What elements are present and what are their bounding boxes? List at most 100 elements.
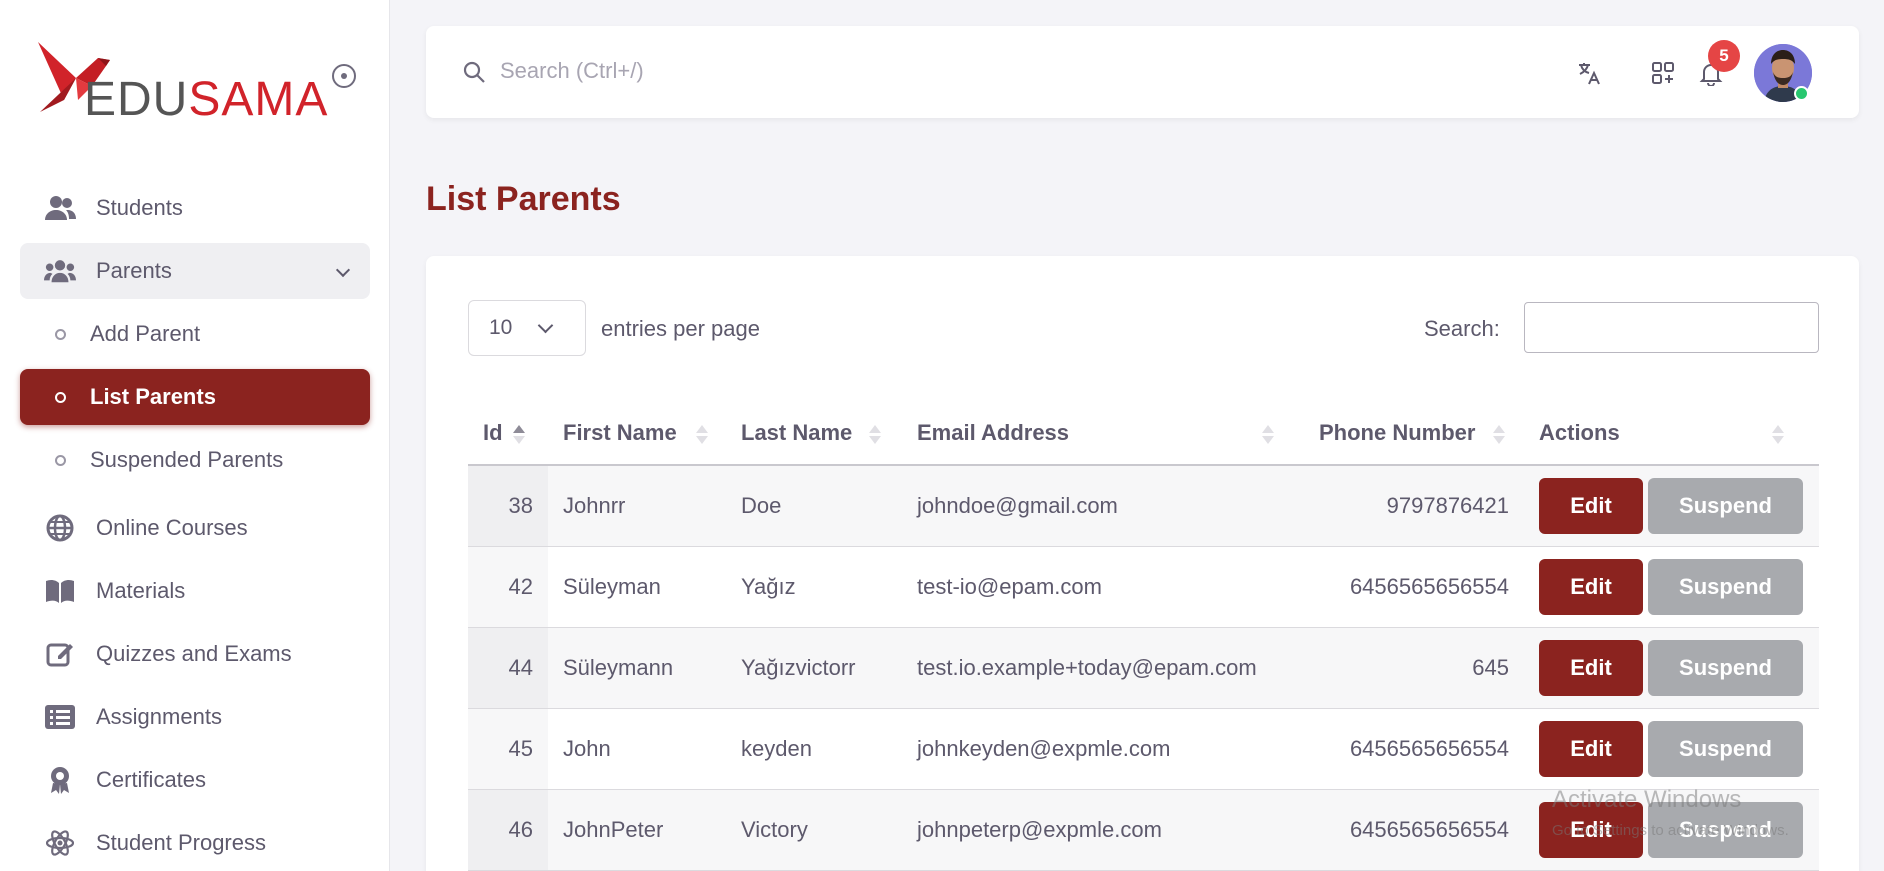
cell-id: 42 <box>468 546 548 628</box>
table-search-input[interactable] <box>1524 302 1819 353</box>
cell-email: test.io.example+today@epam.com <box>902 627 1304 709</box>
cell-id: 38 <box>468 465 548 547</box>
sidebar-subitem-add-parent[interactable]: Add Parent <box>20 306 370 362</box>
sort-asc-icon <box>513 425 525 445</box>
cell-id: 46 <box>468 789 548 871</box>
table-row: 38 Johnrr Doe johndoe@gmail.com 97978764… <box>468 465 1819 547</box>
sidebar-item-parents[interactable]: Parents <box>20 243 370 299</box>
cell-email: johndoe@gmail.com <box>902 465 1304 547</box>
users-group-icon <box>44 257 76 285</box>
sort-icon <box>869 425 881 445</box>
notification-count-badge: 5 <box>1708 40 1740 72</box>
cell-actions: Edit Suspend <box>1524 627 1819 709</box>
brand-logo[interactable]: EDUSAMA <box>36 38 327 124</box>
sidebar-subitem-label: Suspended Parents <box>90 447 284 472</box>
sidebar-collapse-toggle[interactable] <box>332 64 356 88</box>
chevron-down-icon <box>335 262 351 278</box>
globe-icon <box>44 514 76 542</box>
sidebar-subitem-suspended-parents[interactable]: Suspended Parents <box>20 432 370 488</box>
cell-email: johnpeterp@expmle.com <box>902 789 1304 871</box>
column-header-label: First Name <box>563 419 677 445</box>
column-header-phone[interactable]: Phone Number <box>1304 401 1524 466</box>
edit-button[interactable]: Edit <box>1539 639 1643 696</box>
sidebar-subitem-label: List Parents <box>90 384 216 409</box>
online-status-dot <box>1794 86 1809 101</box>
edit-button[interactable]: Edit <box>1539 558 1643 615</box>
column-header-last-name[interactable]: Last Name <box>726 401 902 466</box>
edit-button[interactable]: Edit <box>1539 477 1643 534</box>
column-header-label: Phone Number <box>1319 419 1476 445</box>
entries-per-page-value: 10 <box>489 316 513 339</box>
sidebar-subitem-label: Add Parent <box>90 321 201 346</box>
parents-table-card: 10 entries per page Search: Id First Nam… <box>426 256 1859 871</box>
cell-email: test-io@epam.com <box>902 546 1304 628</box>
sidebar-item-student-progress[interactable]: Student Progress <box>20 815 370 871</box>
cell-phone: 9797876421 <box>1304 465 1524 547</box>
book-icon <box>44 577 76 605</box>
windows-activation-subtext: Go to Settings to activate Windows. <box>1552 822 1789 839</box>
brand-name-part2: SAMA <box>188 73 329 126</box>
sort-icon <box>696 425 708 445</box>
edit-button[interactable]: Edit <box>1539 720 1643 777</box>
suspend-button[interactable]: Suspend <box>1648 720 1803 777</box>
table-search-label: Search: <box>1424 316 1500 341</box>
column-header-actions[interactable]: Actions <box>1524 401 1819 466</box>
column-header-id[interactable]: Id <box>468 401 548 466</box>
suspend-button[interactable]: Suspend <box>1648 558 1803 615</box>
award-icon <box>44 766 76 794</box>
column-header-label: Last Name <box>741 419 853 445</box>
sidebar-item-label: Students <box>96 195 183 220</box>
search-icon[interactable] <box>462 60 486 84</box>
sidebar: EDUSAMA Students Parents Add Parent List… <box>0 0 390 871</box>
cell-first-name: Süleyman <box>548 546 726 628</box>
sidebar-item-quizzes-and-exams[interactable]: Quizzes and Exams <box>20 626 370 682</box>
sidebar-item-label: Materials <box>96 578 186 603</box>
cell-actions: Edit Suspend <box>1524 546 1819 628</box>
cell-first-name: John <box>548 708 726 790</box>
sidebar-item-label: Student Progress <box>96 830 266 855</box>
table-row: 45 John keyden johnkeyden@expmle.com 645… <box>468 708 1819 790</box>
cell-id: 44 <box>468 627 548 709</box>
page-title: List Parents <box>426 180 621 218</box>
cell-last-name: Yağızvictorr <box>726 627 902 709</box>
sidebar-item-label: Certificates <box>96 767 207 792</box>
translate-icon[interactable] <box>1576 60 1602 86</box>
sidebar-item-label: Online Courses <box>96 515 248 540</box>
sidebar-menu: Students Parents Add Parent List Parents… <box>20 180 370 871</box>
apps-grid-icon[interactable] <box>1650 60 1676 86</box>
entries-per-page-select[interactable]: 10 <box>468 300 586 356</box>
suspend-button[interactable]: Suspend <box>1648 639 1803 696</box>
chevron-down-icon <box>537 317 554 334</box>
column-header-first-name[interactable]: First Name <box>548 401 726 466</box>
table-header-row: Id First Name Last Name Email Address Ph… <box>468 401 1819 466</box>
windows-activation-watermark: Activate Windows <box>1552 786 1742 813</box>
sidebar-item-students[interactable]: Students <box>20 180 370 236</box>
sidebar-item-certificates[interactable]: Certificates <box>20 752 370 808</box>
sort-icon <box>1493 425 1505 445</box>
column-header-label: Id <box>483 419 503 445</box>
cell-actions: Edit Suspend <box>1524 465 1819 547</box>
table-row: 42 Süleyman Yağız test-io@epam.com 64565… <box>468 546 1819 628</box>
cell-first-name: Johnrr <box>548 465 726 547</box>
column-header-label: Actions <box>1539 419 1620 445</box>
cell-first-name: Süleymann <box>548 627 726 709</box>
suspend-button[interactable]: Suspend <box>1648 477 1803 534</box>
brand-name: EDUSAMA <box>84 76 328 124</box>
circle-icon <box>55 329 66 340</box>
sidebar-subitem-list-parents[interactable]: List Parents <box>20 369 370 425</box>
column-header-label: Email Address <box>917 419 1070 445</box>
sidebar-item-materials[interactable]: Materials <box>20 563 370 619</box>
sidebar-item-label: Quizzes and Exams <box>96 641 292 666</box>
circle-icon <box>55 392 66 403</box>
circle-icon <box>55 455 66 466</box>
global-search-input[interactable]: Search (Ctrl+/) <box>500 58 644 84</box>
cell-phone: 6456565656554 <box>1304 789 1524 871</box>
sidebar-item-label: Parents <box>96 258 172 283</box>
users-icon <box>44 194 76 222</box>
sidebar-item-online-courses[interactable]: Online Courses <box>20 500 370 556</box>
column-header-email[interactable]: Email Address <box>902 401 1304 466</box>
cell-id: 45 <box>468 708 548 790</box>
table-row: 44 Süleymann Yağızvictorr test.io.exampl… <box>468 627 1819 709</box>
sidebar-item-assignments[interactable]: Assignments <box>20 689 370 745</box>
cell-first-name: JohnPeter <box>548 789 726 871</box>
